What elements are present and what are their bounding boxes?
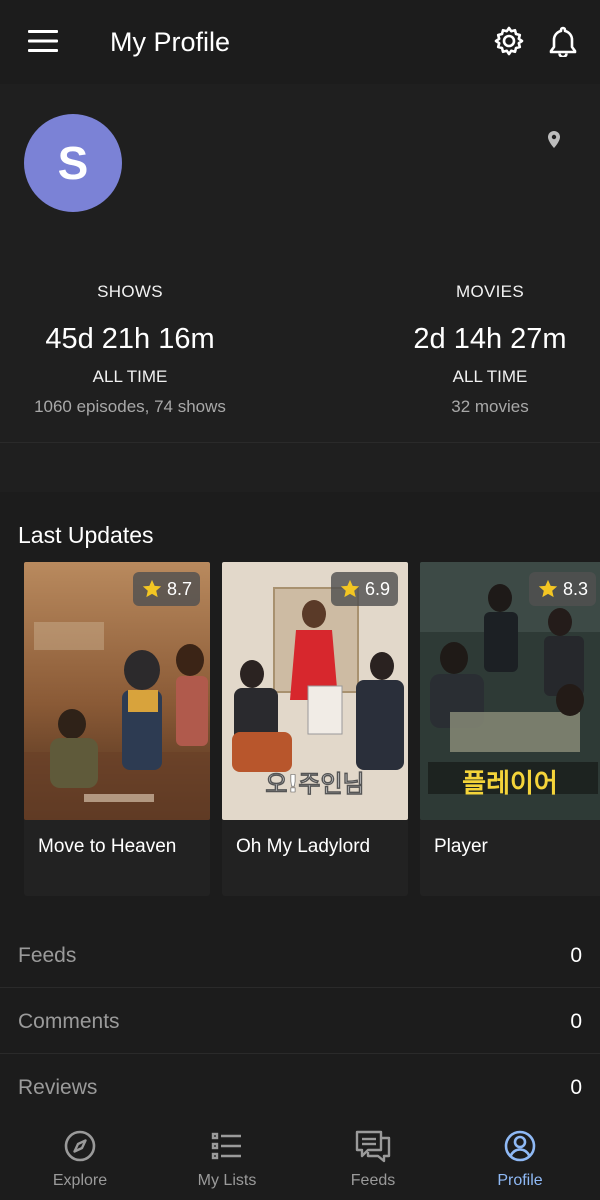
shows-stat[interactable]: SHOWS 45d 21h 16m ALL TIME 1060 episodes…: [0, 280, 260, 419]
reviews-row[interactable]: Reviews 0: [0, 1054, 600, 1120]
nav-explore[interactable]: Explore: [5, 1114, 155, 1200]
bottom-navigation: Explore My Lists Feeds Profile: [0, 1114, 600, 1200]
star-icon: [538, 579, 558, 598]
shows-heading: SHOWS: [97, 282, 163, 301]
svg-text:플레이어: 플레이어: [462, 769, 558, 799]
movies-heading: MOVIES: [456, 282, 524, 301]
show-title: Move to Heaven: [38, 836, 177, 857]
feeds-row[interactable]: Feeds 0: [0, 922, 600, 988]
star-icon: [142, 579, 162, 598]
shows-detail: 1060 episodes, 74 shows: [34, 397, 226, 416]
nav-label: Profile: [497, 1172, 543, 1189]
rating-value: 8.7: [166, 578, 192, 599]
show-title: Player: [434, 836, 488, 857]
shows-period: ALL TIME: [92, 367, 168, 386]
list-count: 0: [570, 1076, 582, 1099]
show-card[interactable]: 플레이어 8.3 Player: [420, 562, 600, 896]
list-icon: [211, 1132, 241, 1160]
avatar-initial: S: [57, 137, 89, 189]
rating-value: 6.9: [364, 578, 390, 599]
bell-icon: [549, 26, 577, 57]
nav-profile[interactable]: Profile: [445, 1114, 595, 1200]
rating-value: 8.3: [562, 578, 588, 599]
list-label: Reviews: [18, 1076, 98, 1099]
nav-label: Explore: [52, 1172, 108, 1189]
movies-detail: 32 movies: [451, 397, 529, 416]
movies-stat[interactable]: MOVIES 2d 14h 27m ALL TIME 32 movies: [380, 280, 600, 419]
app-bar: My Profile: [0, 0, 600, 84]
menu-icon: [28, 30, 58, 52]
nav-my-lists[interactable]: My Lists: [152, 1114, 302, 1200]
show-title: Oh My Ladylord: [236, 836, 371, 857]
movies-period: ALL TIME: [452, 367, 528, 386]
avatar[interactable]: S: [24, 114, 122, 212]
rating-badge: 6.9: [330, 572, 398, 606]
movies-time: 2d 14h 27m: [413, 323, 567, 355]
show-card[interactable]: 8.7 Move to Heaven: [24, 562, 210, 896]
list-label: Feeds: [18, 944, 77, 967]
rating-badge: 8.7: [132, 572, 200, 606]
list-label: Comments: [18, 1010, 120, 1033]
last-updates-title: Last Updates: [18, 522, 154, 548]
svg-text:오!주인님: 오!주인님: [265, 770, 364, 798]
settings-button[interactable]: [488, 20, 530, 62]
notifications-button[interactable]: [542, 20, 584, 62]
location-pin-icon: [548, 131, 560, 148]
chat-feed-icon: [355, 1130, 391, 1163]
list-count: 0: [570, 944, 582, 967]
gear-icon: [494, 26, 524, 56]
compass-icon: [64, 1130, 96, 1162]
nav-feeds[interactable]: Feeds: [298, 1114, 448, 1200]
menu-button[interactable]: [22, 22, 64, 60]
profile-card: S SHOWS 45d 21h 16m ALL TIME 1060 episod…: [0, 84, 600, 492]
rating-badge: 8.3: [528, 572, 596, 606]
show-card[interactable]: 오!주인님 6.9 Oh My Ladylord: [222, 562, 408, 896]
list-count: 0: [570, 1010, 582, 1033]
last-updates-carousel[interactable]: 8.7 Move to Heaven 오!주인님 6.9 Oh My Ladyl…: [0, 562, 600, 898]
profile-icon: [504, 1130, 536, 1162]
comments-row[interactable]: Comments 0: [0, 988, 600, 1054]
star-icon: [340, 579, 360, 598]
nav-label: Feeds: [350, 1172, 396, 1189]
page-title: My Profile: [110, 27, 231, 57]
shows-time: 45d 21h 16m: [45, 323, 215, 355]
divider: [0, 442, 600, 443]
nav-label: My Lists: [197, 1172, 257, 1189]
location-button[interactable]: [540, 126, 568, 154]
